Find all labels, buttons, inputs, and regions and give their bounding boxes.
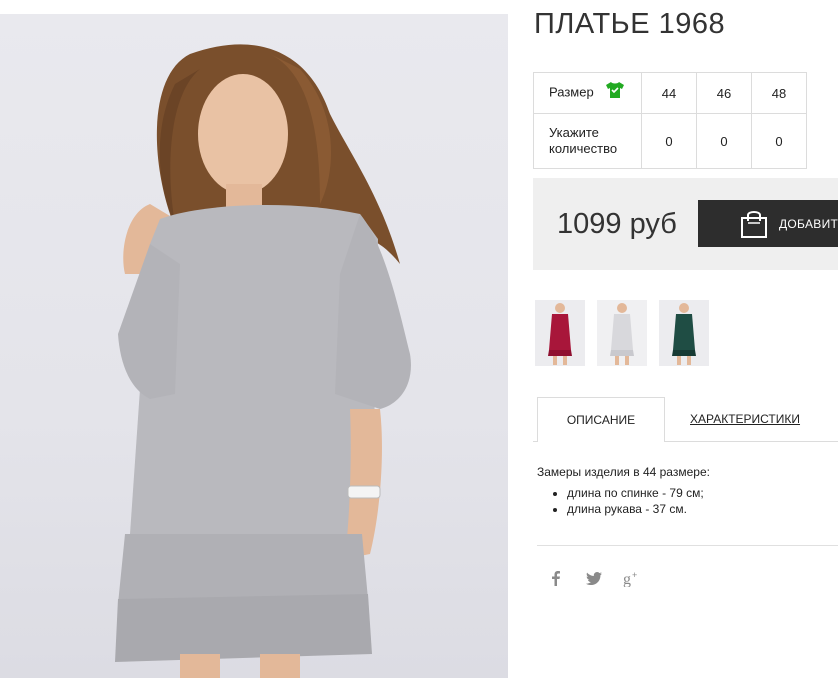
main-product-photo bbox=[0, 14, 508, 678]
size-table: Размер 44 46 48 Укажите количество 0 0 0 bbox=[533, 72, 807, 169]
size-48: 48 bbox=[751, 72, 807, 114]
tab-characteristics[interactable]: ХАРАКТЕРИСТИКИ bbox=[690, 412, 800, 426]
thumbnail-grey[interactable] bbox=[597, 300, 647, 366]
size-label: Размер bbox=[549, 84, 594, 100]
tab-description[interactable]: ОПИСАНИЕ bbox=[537, 397, 665, 442]
tab-divider-right bbox=[665, 441, 838, 442]
quantity-input-48[interactable]: 0 bbox=[751, 113, 807, 169]
quantity-input-44[interactable]: 0 bbox=[641, 113, 697, 169]
size-44: 44 bbox=[641, 72, 697, 114]
thumbnail-green[interactable] bbox=[659, 300, 709, 366]
svg-text:+: + bbox=[632, 570, 637, 580]
svg-text:g: g bbox=[623, 571, 631, 587]
add-to-cart-button[interactable]: ДОБАВИТ bbox=[698, 200, 838, 247]
list-item: длина рукава - 37 см. bbox=[567, 501, 704, 517]
product-title: ПЛАТЬЕ 1968 bbox=[534, 8, 726, 40]
price-bar: 1099 руб ДОБАВИТ bbox=[533, 178, 838, 270]
description-intro: Замеры изделия в 44 размере: bbox=[537, 465, 710, 479]
facebook-icon[interactable] bbox=[551, 570, 561, 591]
tshirt-icon[interactable] bbox=[605, 81, 625, 102]
quantity-input-46[interactable]: 0 bbox=[696, 113, 752, 169]
shopping-bag-icon bbox=[740, 209, 768, 242]
quantity-label-cell: Укажите количество bbox=[533, 113, 642, 169]
size-46: 46 bbox=[696, 72, 752, 114]
list-item: длина по спинке - 79 см; bbox=[567, 485, 704, 501]
google-plus-icon[interactable]: g + bbox=[623, 569, 641, 592]
thumbnail-burgundy[interactable] bbox=[535, 300, 585, 366]
divider bbox=[537, 545, 838, 546]
twitter-icon[interactable] bbox=[586, 572, 602, 590]
quantity-label-line1: Укажите bbox=[549, 125, 599, 140]
description-list: длина по спинке - 79 см; длина рукава - … bbox=[537, 485, 704, 517]
size-label-cell: Размер bbox=[533, 72, 642, 114]
quantity-label-line2: количество bbox=[549, 141, 618, 156]
add-to-cart-label: ДОБАВИТ bbox=[779, 217, 838, 231]
price: 1099 руб bbox=[557, 208, 677, 240]
